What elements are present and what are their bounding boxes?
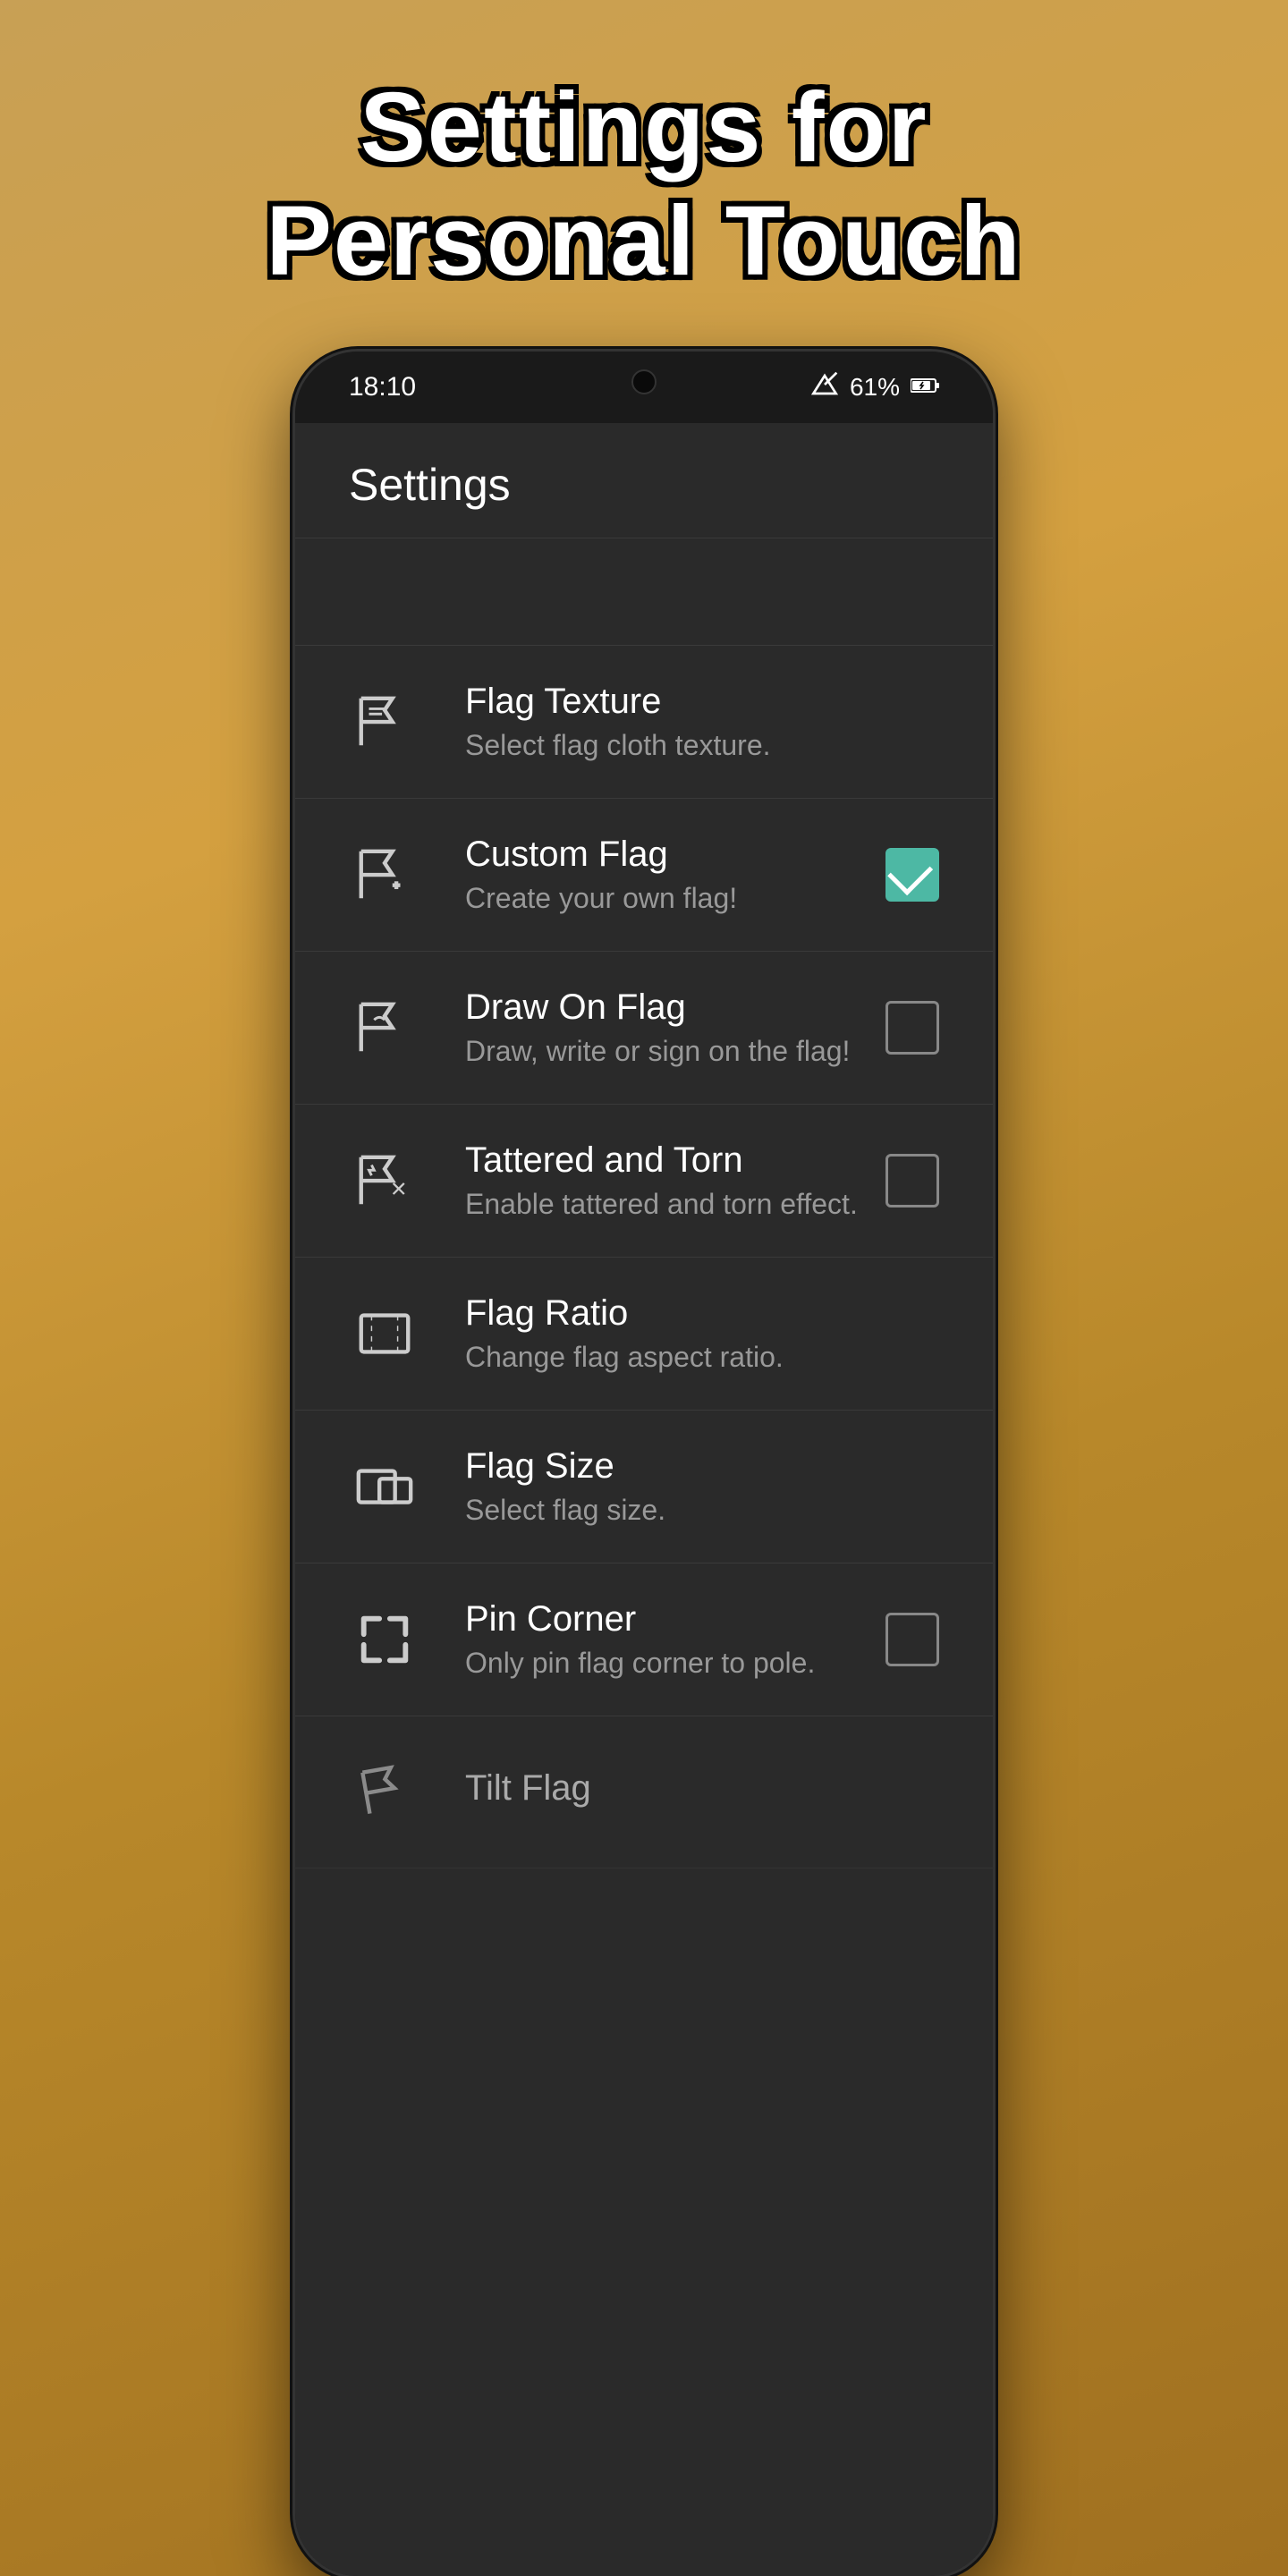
tattered-icon: ✕ xyxy=(349,1145,420,1216)
pin-corner-control[interactable] xyxy=(886,1613,939,1666)
pin-corner-checkbox[interactable] xyxy=(886,1613,939,1666)
flag-size-text: Flag Size Select flag size. xyxy=(465,1446,939,1527)
settings-list: Flag Texture Select flag cloth texture. … xyxy=(295,646,993,1868)
pin-corner-icon xyxy=(349,1604,420,1675)
settings-item-tilt-flag[interactable]: Tilt Flag xyxy=(295,1716,993,1868)
page-header: Settings for Personal Touch xyxy=(0,0,1288,352)
flag-ratio-title: Flag Ratio xyxy=(465,1293,939,1334)
battery-text: 61% xyxy=(850,373,900,402)
status-icons: 61% xyxy=(810,370,939,405)
phone-frame: 18:10 61% xyxy=(295,352,993,2576)
custom-flag-icon xyxy=(349,839,420,911)
status-time: 18:10 xyxy=(349,372,416,402)
flag-texture-subtitle: Select flag cloth texture. xyxy=(465,729,939,762)
flag-size-subtitle: Select flag size. xyxy=(465,1494,939,1527)
tattered-checkbox[interactable] xyxy=(886,1154,939,1208)
tattered-subtitle: Enable tattered and torn effect. xyxy=(465,1188,859,1221)
pin-corner-text: Pin Corner Only pin flag corner to pole. xyxy=(465,1599,859,1680)
ratio-icon xyxy=(349,1298,420,1369)
draw-flag-icon xyxy=(349,992,420,1063)
flag-ratio-subtitle: Change flag aspect ratio. xyxy=(465,1341,939,1374)
custom-flag-subtitle: Create your own flag! xyxy=(465,882,859,915)
custom-flag-title: Custom Flag xyxy=(465,835,859,875)
wifi-icon xyxy=(810,370,839,405)
tilt-flag-text: Tilt Flag xyxy=(465,1768,939,1816)
custom-flag-checkbox[interactable] xyxy=(886,848,939,902)
svg-text:✕: ✕ xyxy=(390,1178,408,1201)
phone-screen: Settings Flag Texture Select flag cloth … xyxy=(295,423,993,2576)
camera-notch xyxy=(631,369,657,394)
custom-flag-text: Custom Flag Create your own flag! xyxy=(465,835,859,915)
flag-texture-text: Flag Texture Select flag cloth texture. xyxy=(465,682,939,762)
page-title: Settings for Personal Touch xyxy=(89,72,1199,298)
settings-item-flag-size[interactable]: Flag Size Select flag size. xyxy=(295,1411,993,1563)
settings-item-flag-texture[interactable]: Flag Texture Select flag cloth texture. xyxy=(295,646,993,799)
empty-section xyxy=(295,538,993,646)
settings-item-pin-corner[interactable]: Pin Corner Only pin flag corner to pole. xyxy=(295,1563,993,1716)
tattered-text: Tattered and Torn Enable tattered and to… xyxy=(465,1140,859,1221)
settings-item-tattered[interactable]: ✕ Tattered and Torn Enable tattered and … xyxy=(295,1105,993,1258)
custom-flag-control[interactable] xyxy=(886,848,939,902)
screen-title: Settings xyxy=(349,460,511,510)
flag-texture-title: Flag Texture xyxy=(465,682,939,722)
tilt-flag-icon xyxy=(349,1757,420,1828)
draw-flag-title: Draw On Flag xyxy=(465,987,859,1028)
flag-size-title: Flag Size xyxy=(465,1446,939,1487)
tilt-flag-title: Tilt Flag xyxy=(465,1768,939,1809)
draw-flag-text: Draw On Flag Draw, write or sign on the … xyxy=(465,987,859,1068)
draw-flag-checkbox[interactable] xyxy=(886,1001,939,1055)
settings-item-draw-on-flag[interactable]: Draw On Flag Draw, write or sign on the … xyxy=(295,952,993,1105)
settings-item-flag-ratio[interactable]: Flag Ratio Change flag aspect ratio. xyxy=(295,1258,993,1411)
app-bar: Settings xyxy=(295,423,993,538)
settings-item-custom-flag[interactable]: Custom Flag Create your own flag! xyxy=(295,799,993,952)
pin-corner-title: Pin Corner xyxy=(465,1599,859,1640)
draw-flag-control[interactable] xyxy=(886,1001,939,1055)
status-bar: 18:10 61% xyxy=(295,352,993,423)
tattered-control[interactable] xyxy=(886,1154,939,1208)
tattered-title: Tattered and Torn xyxy=(465,1140,859,1181)
draw-flag-subtitle: Draw, write or sign on the flag! xyxy=(465,1035,859,1068)
size-icon xyxy=(349,1451,420,1522)
pin-corner-subtitle: Only pin flag corner to pole. xyxy=(465,1647,859,1680)
battery-icon xyxy=(911,377,939,398)
flag-ratio-text: Flag Ratio Change flag aspect ratio. xyxy=(465,1293,939,1374)
flag-texture-icon xyxy=(349,686,420,758)
